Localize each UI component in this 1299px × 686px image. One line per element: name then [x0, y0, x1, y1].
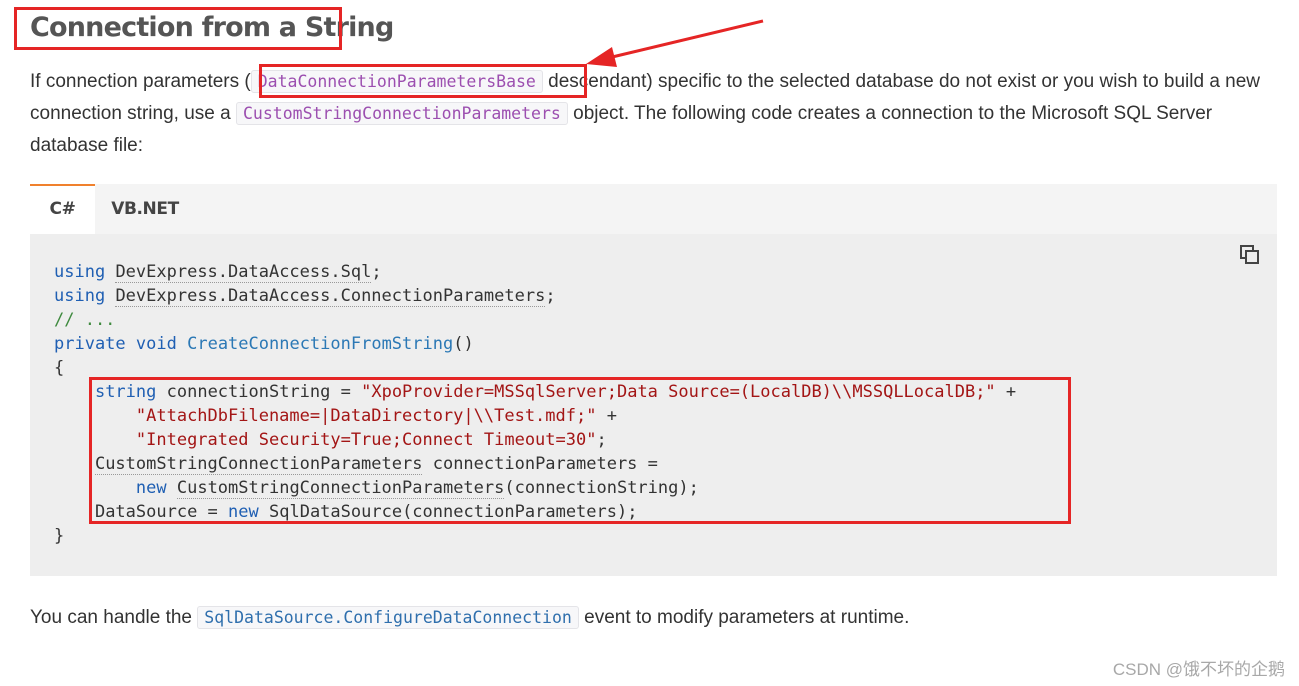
annotation-box-class-name — [259, 64, 587, 98]
footer-text-2: event to modify parameters at runtime. — [578, 607, 910, 628]
intro-text-1: If connection parameters ( — [30, 71, 251, 92]
watermark: CSDN @饿不坏的企鹅 — [1112, 660, 1285, 679]
namespace-sql[interactable]: DevExpress.DataAccess.Sql — [115, 262, 372, 283]
link-configure-data-connection[interactable]: SqlDataSource.ConfigureDataConnection — [197, 606, 579, 629]
copy-icon[interactable] — [1239, 244, 1261, 266]
method-name: CreateConnectionFromString — [187, 334, 454, 354]
intro-paragraph: If connection parameters (DataConnection… — [30, 66, 1280, 162]
footer-paragraph: You can handle the SqlDataSource.Configu… — [30, 602, 909, 634]
namespace-connection-parameters[interactable]: DevExpress.DataAccess.ConnectionParamete… — [115, 286, 546, 307]
annotation-box-heading — [14, 7, 342, 50]
tab-vbnet[interactable]: VB.NET — [95, 184, 195, 234]
link-custom-string-connection-parameters[interactable]: CustomStringConnectionParameters — [235, 102, 568, 125]
annotation-box-code — [89, 377, 1071, 524]
language-tabs: C# VB.NET — [30, 184, 1277, 234]
tab-csharp[interactable]: C# — [30, 184, 95, 234]
code-comment: // ... — [54, 310, 116, 330]
footer-text-1: You can handle the — [30, 607, 198, 628]
